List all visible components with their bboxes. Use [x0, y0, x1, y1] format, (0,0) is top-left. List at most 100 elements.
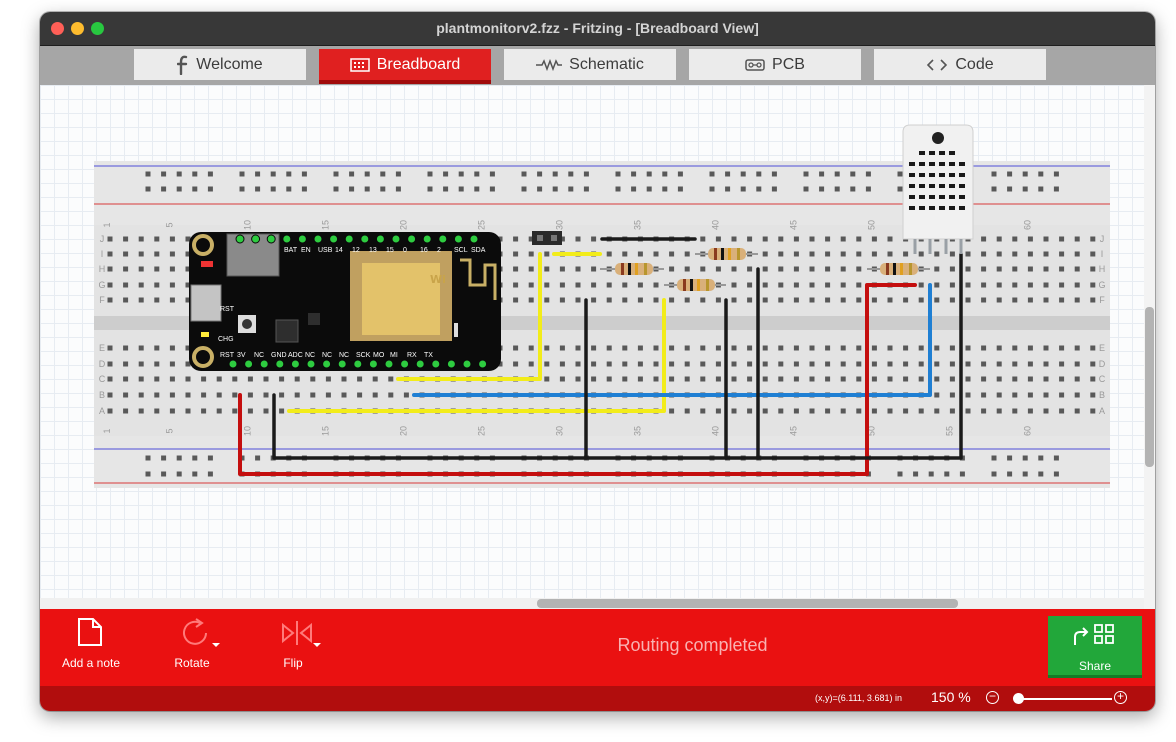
breadboard-hole	[513, 297, 519, 303]
breadboard-hole	[169, 392, 175, 398]
breadboard-hole	[809, 297, 815, 303]
breadboard-hole	[201, 376, 207, 382]
breadboard-hole	[325, 376, 331, 382]
pin-header[interactable]	[532, 231, 562, 245]
breadboard-hole	[684, 361, 690, 367]
breadboard-hole	[232, 376, 238, 382]
breadboard-hole	[809, 376, 815, 382]
vertical-scrollbar[interactable]	[1144, 85, 1155, 609]
scroll-thumb[interactable]	[537, 599, 958, 608]
breadboard-hole	[825, 376, 831, 382]
breadboard-hole	[637, 345, 643, 351]
share-button[interactable]: Share	[1048, 616, 1142, 678]
pin-label: RST	[220, 352, 235, 359]
rail-hole	[145, 186, 151, 192]
breadboard-hole	[684, 297, 690, 303]
breadboard-hole	[591, 361, 597, 367]
breadboard-hole	[1043, 408, 1049, 414]
breadboard-hole	[591, 282, 597, 288]
column-number: 40	[710, 220, 720, 230]
breadboard-canvas[interactable]: 1 1 5 5 10 10 15 15 20 20 25 25 30 30 35 35 40 40 45 45 50 50…	[40, 85, 1144, 645]
breadboard-hole	[856, 297, 862, 303]
rail-hole	[646, 171, 652, 177]
breadboard-hole	[747, 361, 753, 367]
tab-welcome[interactable]: Welcome	[134, 49, 306, 80]
breadboard-hole	[575, 361, 581, 367]
horizontal-scrollbar[interactable]	[40, 598, 1144, 609]
zoom-slider[interactable]	[1018, 698, 1112, 700]
tab-code[interactable]: Code	[874, 49, 1046, 80]
rail-hole	[1053, 186, 1059, 192]
zoom-in-button[interactable]: +	[1114, 690, 1127, 704]
breadboard-hole	[918, 376, 924, 382]
rail-hole	[928, 471, 934, 477]
breadboard-hole	[606, 376, 612, 382]
tab-breadboard[interactable]: Breadboard	[319, 49, 491, 84]
breadboard-hole	[1074, 408, 1080, 414]
breadboard-hole	[1027, 251, 1033, 257]
breadboard-hole	[637, 361, 643, 367]
pin-label: 0	[403, 247, 407, 254]
breadboard-hole	[247, 408, 253, 414]
breadboard-hole	[778, 236, 784, 242]
breadboard-hole	[918, 361, 924, 367]
breadboard-hole	[684, 376, 690, 382]
breadboard-hole	[513, 282, 519, 288]
breadboard-hole	[637, 376, 643, 382]
breadboard-hole	[263, 376, 269, 382]
pin-label: 16	[420, 247, 428, 254]
breadboard-hole	[840, 408, 846, 414]
tab-schematic[interactable]: Schematic	[504, 49, 676, 80]
column-number: 45	[788, 220, 798, 230]
breadboard-hole	[887, 408, 893, 414]
breadboard-hole	[622, 376, 628, 382]
column-number: 60	[1022, 220, 1032, 230]
scroll-thumb[interactable]	[1145, 307, 1154, 467]
tab-pcb[interactable]: PCB	[689, 49, 861, 80]
breadboard-hole	[123, 376, 129, 382]
column-number: 40	[710, 426, 720, 436]
breadboard-hole	[232, 392, 238, 398]
breadboard-hole	[513, 236, 519, 242]
breadboard-hole	[591, 266, 597, 272]
pin-label: TX	[424, 352, 433, 359]
breadboard-hole	[528, 251, 534, 257]
column-number: 30	[554, 426, 564, 436]
breadboard-hole	[809, 282, 815, 288]
zoom-level[interactable]: 150 %	[931, 689, 971, 705]
rail-hole	[1038, 186, 1044, 192]
rail-hole	[521, 186, 527, 192]
breadboard-hole	[918, 251, 924, 257]
rail-hole	[161, 186, 167, 192]
dht-sensor[interactable]	[902, 124, 974, 254]
breadboard-hole	[1012, 376, 1018, 382]
pin-label: MI	[390, 352, 398, 359]
rail-hole	[725, 171, 731, 177]
breadboard-scene[interactable]: 1155101015152020252530303535404045455050…	[40, 85, 1144, 609]
zoom-out-button[interactable]: −	[986, 690, 999, 704]
feather-huzzah-board[interactable]: Wi BAT EN USB 14 12 13 15 0 16 2 SCL SDARST 3V NC GND A…	[189, 232, 501, 371]
rail-hole	[865, 171, 871, 177]
breadboard-hole	[1027, 376, 1033, 382]
row-letter: H	[1099, 264, 1106, 274]
breadboard-hole	[669, 251, 675, 257]
breadboard-hole	[778, 345, 784, 351]
breadboard-hole	[154, 266, 160, 272]
breadboard-hole	[778, 282, 784, 288]
breadboard-hole	[1027, 345, 1033, 351]
breadboard-hole	[123, 282, 129, 288]
zoom-slider-handle[interactable]	[1013, 693, 1024, 704]
rail-hole	[192, 455, 198, 461]
breadboard-hole	[809, 345, 815, 351]
rail-hole	[489, 186, 495, 192]
rail-hole	[771, 186, 777, 192]
breadboard-hole	[981, 408, 987, 414]
rotate-label: Rotate	[174, 656, 210, 670]
breadboard-hole	[1059, 282, 1065, 288]
breadboard-hole	[372, 376, 378, 382]
breadboard-hole	[903, 251, 909, 257]
status-bar: (x,y)=(6.111, 3.681) in 150 % − +	[40, 686, 1155, 711]
breadboard-hole	[981, 266, 987, 272]
window-title: plantmonitorv2.fzz - Fritzing - [Breadbo…	[436, 20, 759, 36]
rail-hole	[1038, 471, 1044, 477]
